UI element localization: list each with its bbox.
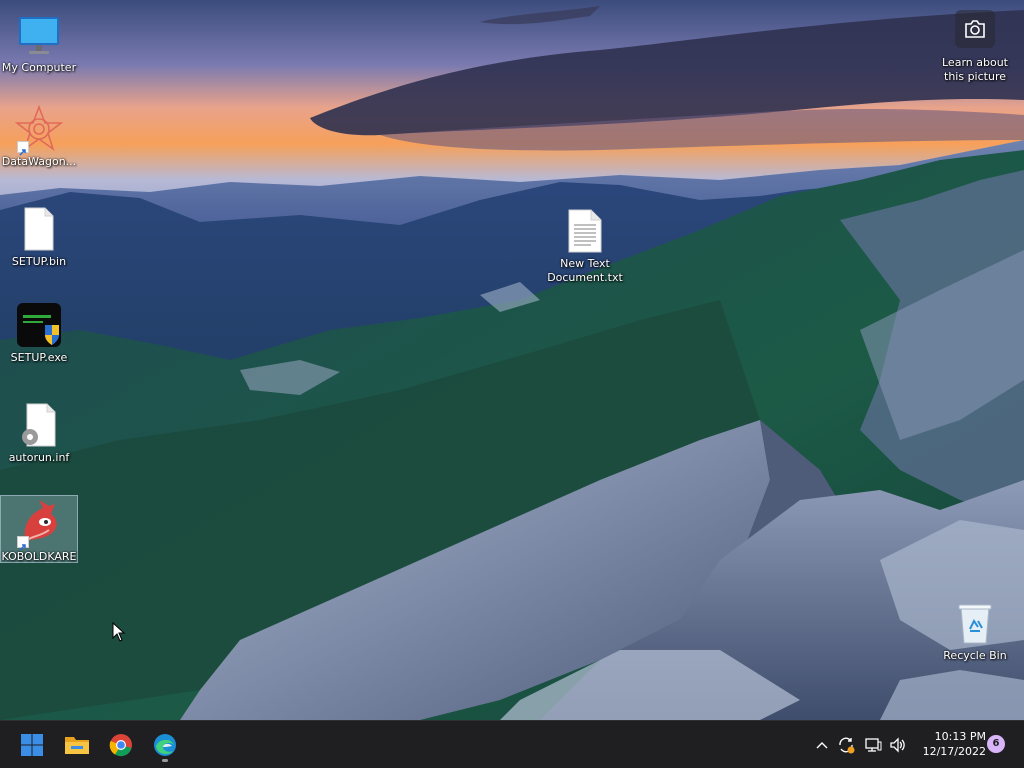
learn-about-picture[interactable]: Learn about this picture — [936, 10, 1014, 84]
recycle-bin-icon — [951, 599, 999, 647]
star-burst-icon — [14, 104, 64, 156]
edge-button[interactable] — [147, 727, 183, 763]
file-icon — [15, 205, 63, 253]
settings-file-icon — [15, 401, 63, 449]
desktop-icon-setup-bin[interactable]: SETUP.bin — [0, 200, 78, 274]
desktop-icon-label: KOBOLDKARE — [1, 550, 77, 563]
clock[interactable]: 10:13 PM 12/17/2022 — [916, 729, 986, 759]
desktop-icon-recycle-bin[interactable]: Recycle Bin — [936, 594, 1014, 668]
desktop-icon-label: New Text Document.txt — [547, 257, 623, 284]
installer-icon — [15, 301, 63, 349]
camera-icon[interactable] — [955, 10, 995, 48]
taskbar: 10:13 PM 12/17/2022 6 — [0, 720, 1024, 768]
desktop-icon-label: My Computer — [1, 61, 77, 74]
desktop-icon-datawagon[interactable]: DataWagon... — [0, 100, 78, 174]
chevron-up-icon[interactable] — [812, 735, 832, 755]
desktop-icon-label: Recycle Bin — [943, 649, 1007, 662]
windows-logo-icon — [21, 734, 43, 756]
clock-date: 12/17/2022 — [922, 745, 986, 758]
desktop-icon-label: SETUP.bin — [11, 255, 67, 268]
desktop-icon-label: SETUP.exe — [10, 351, 68, 364]
chrome-button[interactable] — [103, 727, 139, 763]
desktop-icon-my-computer[interactable]: My Computer — [0, 6, 78, 80]
volume-icon[interactable] — [888, 735, 908, 755]
shortcut-arrow-icon — [17, 536, 29, 551]
shortcut-arrow-icon — [17, 141, 29, 156]
edge-icon — [154, 734, 176, 756]
sync-icon[interactable] — [836, 735, 856, 755]
folder-icon — [65, 737, 89, 754]
desktop-icon-setup-exe[interactable]: SETUP.exe — [0, 296, 78, 370]
desktop-icon-label: autorun.inf — [8, 451, 70, 464]
monitor-icon — [15, 11, 63, 59]
clock-time: 10:13 PM — [934, 730, 986, 743]
start-button[interactable] — [14, 727, 50, 763]
desktop[interactable]: My Computer DataWagon... SETUP.bin SETUP… — [0, 0, 1024, 720]
network-icon[interactable] — [863, 735, 883, 755]
chrome-icon — [109, 734, 132, 757]
desktop-icon-new-text-document[interactable]: New Text Document.txt — [546, 202, 624, 290]
notification-badge[interactable]: 6 — [987, 735, 1005, 753]
learn-about-picture-label: Learn about this picture — [942, 56, 1008, 83]
running-indicator — [162, 759, 168, 762]
desktop-icon-koboldkare[interactable]: KOBOLDKARE — [0, 495, 78, 563]
mouse-cursor-icon — [112, 621, 126, 646]
kobold-icon — [15, 500, 63, 551]
file-explorer-button[interactable] — [59, 727, 95, 763]
text-file-icon — [561, 207, 609, 255]
desktop-icon-autorun-inf[interactable]: autorun.inf — [0, 396, 78, 470]
desktop-icon-label: DataWagon... — [1, 155, 77, 168]
wallpaper — [0, 0, 1024, 720]
